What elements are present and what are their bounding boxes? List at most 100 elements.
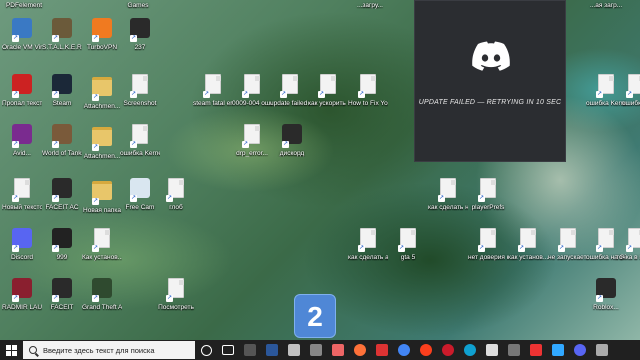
desktop-icon[interactable]: Free Cam (120, 176, 160, 211)
document-icon (165, 278, 187, 302)
store-glyph (288, 344, 300, 356)
desktop-icon[interactable]: ошибка... (616, 72, 640, 107)
desktop-icon[interactable]: RADMIR LAUNCHER (2, 276, 42, 311)
desktop-label-games[interactable]: Games (118, 0, 158, 9)
document-icon (625, 74, 640, 98)
discord-update-window[interactable]: UPDATE FAILED — RETRYING IN 10 SEC (414, 0, 566, 162)
taskbar-pc-icon[interactable] (481, 340, 503, 360)
folder-icon (91, 127, 113, 151)
taskbar-media-icon[interactable] (371, 340, 393, 360)
desktop-label-r2[interactable]: ...ая загр... (586, 0, 626, 9)
desktop-icon[interactable]: Пропал текстов... (2, 72, 42, 107)
taskbar-yandex-alt-icon[interactable] (525, 340, 547, 360)
desktop-icon[interactable]: как ускорить интернет н... (308, 72, 348, 107)
yandex-glyph (420, 344, 432, 356)
desktop-icon[interactable]: World of Tanks Blitz (42, 122, 82, 157)
desktop-icon[interactable]: update failed discord (270, 72, 310, 107)
taskbar-word-icon[interactable] (261, 340, 283, 360)
taskbar-search-box[interactable]: Введите здесь текст для поиска (23, 341, 195, 359)
taskbar-yandex-icon[interactable] (415, 340, 437, 360)
taskbar-app-icon[interactable] (503, 340, 525, 360)
desktop-icon[interactable]: дискорд (272, 122, 312, 157)
desktop-icon[interactable]: как сделать анимиров... (348, 226, 388, 261)
document-icon (202, 74, 224, 98)
desktop-icon[interactable]: steam fatal error appli... (193, 72, 233, 107)
app-icon (595, 278, 617, 302)
desktop-icon-label: глоб (169, 204, 183, 211)
folder-icon (91, 77, 113, 101)
desktop-icon[interactable]: S.T.A.L.K.E.R. Call of Prip... (42, 16, 82, 51)
taskbar-firefox-icon[interactable] (349, 340, 371, 360)
desktop-icon-label: PDFelement (5, 2, 43, 9)
desktop-icon[interactable]: точка в папке... (616, 226, 640, 261)
taskbar-discord-icon[interactable] (569, 340, 591, 360)
desktop-icon[interactable]: ошибка Kernel Secu... (120, 122, 160, 157)
desktop-icon[interactable]: playerPrefs (468, 176, 508, 211)
cortana-glyph (200, 344, 212, 356)
desktop-icon-label: 237 (134, 44, 146, 51)
desktop-icon-label: 999 (56, 254, 68, 261)
taskbar-mail-icon[interactable] (327, 340, 349, 360)
desktop-icon-label: ...загру... (357, 2, 383, 9)
taskbar-calculator-icon[interactable] (239, 340, 261, 360)
desktop-icon[interactable]: Grand Theft Auto V (82, 276, 122, 311)
photoshop-glyph (552, 344, 564, 356)
desktop-icon[interactable]: Discord (2, 226, 42, 261)
opera-glyph (442, 344, 454, 356)
desktop-icon[interactable]: Attachmen... (82, 122, 122, 160)
start-button[interactable] (0, 340, 22, 360)
desktop-icon[interactable]: Roblox... (586, 276, 626, 311)
desktop-icon-label: Attachmen... (83, 153, 121, 160)
document-icon (477, 228, 499, 252)
desktop-icon[interactable]: не запускает... (548, 226, 588, 261)
app-icon (11, 74, 33, 98)
desktop-icon[interactable]: Oracle VM VirtualBox (2, 16, 42, 51)
desktop-icon[interactable]: Attachmen... (82, 72, 122, 110)
document-icon (241, 124, 263, 148)
desktop-icon[interactable]: FACEIT (42, 276, 82, 311)
desktop-icon[interactable]: Screenshot (120, 72, 160, 107)
desktop-label-r1[interactable]: ...загру... (350, 0, 390, 9)
desktop-icon-label: Games (127, 2, 149, 9)
desktop-icon[interactable]: 0009-004 ошибка ст... (232, 72, 272, 107)
desktop-icon[interactable]: нет доверия к cab файлу (468, 226, 508, 261)
taskbar-edge-icon[interactable] (459, 340, 481, 360)
desktop-icon[interactable]: FACEIT AC (42, 176, 82, 211)
desktop-icon[interactable]: как сделать невидимы... (428, 176, 468, 211)
desktop-icon[interactable]: Посмотреть (156, 276, 196, 311)
desktop-icon-label: Avid... (13, 150, 31, 157)
taskbar-photoshop-icon[interactable] (547, 340, 569, 360)
taskbar-cortana-icon[interactable] (195, 340, 217, 360)
desktop-icon[interactable]: Новый текстов... (2, 176, 42, 211)
desktop-icon[interactable]: Как установ... (82, 226, 122, 261)
desktop-icon[interactable]: drp_error... (232, 122, 272, 157)
desktop-icon[interactable]: How to Fix Your Backs... (348, 72, 388, 107)
desktop-icon-label: 0009-004 ошибка ст... (232, 100, 272, 107)
desktop-icon[interactable]: TurboVPN (82, 16, 122, 51)
taskbar-task-view-icon[interactable] (217, 340, 239, 360)
desktop-icon-label: ...ая загр... (589, 2, 623, 9)
taskbar-store-icon[interactable] (283, 340, 305, 360)
app-icon (51, 278, 73, 302)
desktop-icon[interactable]: Новая папка (82, 176, 122, 214)
document-icon (517, 228, 539, 252)
taskbar-opera-icon[interactable] (437, 340, 459, 360)
desktop-icon-label: точка в папке... (616, 254, 640, 261)
taskbar-photos-icon[interactable] (305, 340, 327, 360)
desktop-icon[interactable]: как установ... (508, 226, 548, 261)
taskbar-chrome-icon[interactable] (393, 340, 415, 360)
desktop-icon-label: Grand Theft Auto V (82, 304, 122, 311)
desktop-icon[interactable]: 999 (42, 226, 82, 261)
desktop-icon[interactable]: Avid... (2, 122, 42, 157)
document-icon (357, 74, 379, 98)
desktop-icon[interactable]: 237 (120, 16, 160, 51)
media-glyph (376, 344, 388, 356)
desktop-icon[interactable]: Steam (42, 72, 82, 107)
photos-glyph (310, 344, 322, 356)
desktop-icon[interactable]: gta 5 (388, 226, 428, 261)
desktop-icon[interactable]: глоб (156, 176, 196, 211)
app-icon (51, 124, 73, 148)
desktop-label-pdfelement[interactable]: PDFelement (4, 0, 44, 9)
desktop-icon-label: как сделать невидимы... (428, 204, 468, 211)
taskbar-terminal-icon[interactable] (591, 340, 613, 360)
